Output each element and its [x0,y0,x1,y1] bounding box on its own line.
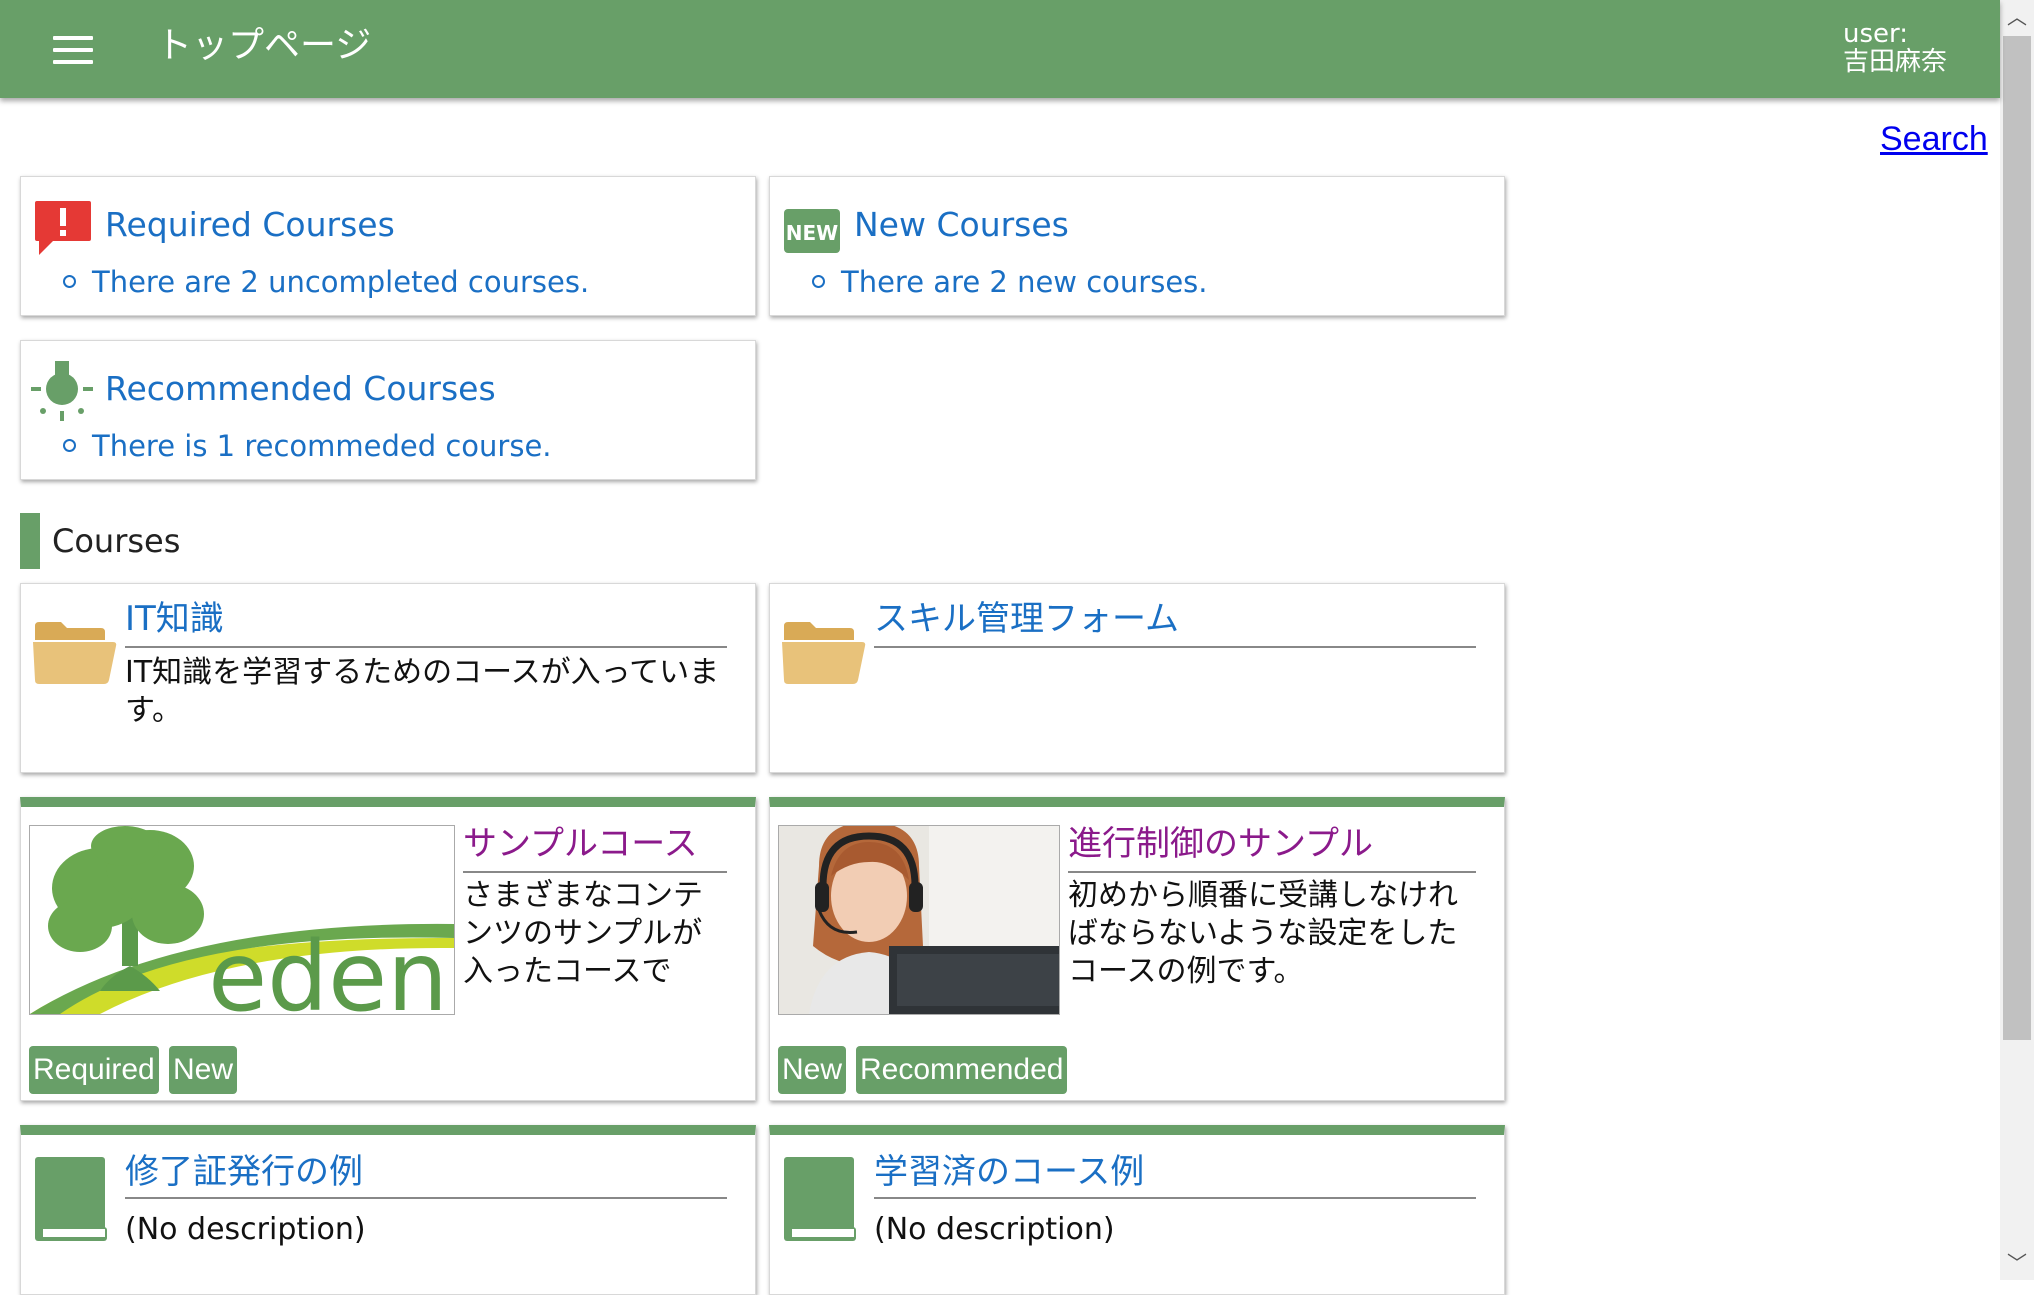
tag-new: New [778,1046,847,1094]
user-info: user: 吉田麻奈 [1843,20,1947,76]
book-icon [35,1157,107,1241]
course-description: 初めから順番に受講しなければならないような設定をしたコースの例です。 [1068,878,1458,989]
title-divider [874,1197,1476,1199]
section-accent-bar [20,513,40,569]
svg-text:eden: eden [208,921,448,1014]
course-title[interactable]: IT知識 [125,596,224,642]
course-title[interactable]: 進行制御のサンプル [1068,821,1373,867]
new-courses-item[interactable]: There are 2 new courses. [812,265,1208,299]
course-thumbnail-eden[interactable]: eden [29,825,455,1015]
course-title[interactable]: 学習済のコース例 [874,1149,1144,1195]
course-description: (No description) [874,1212,1115,1247]
app-header: トップページ user: 吉田麻奈 [0,0,2000,98]
operator-photo-image [779,826,1059,1014]
recommended-courses-item[interactable]: There is 1 recommeded course. [63,429,552,463]
svg-text:NEW: NEW [786,221,838,245]
bullet-icon [812,274,825,288]
folder-icon [33,622,117,684]
new-icon: NEW [784,209,840,253]
lightbulb-icon [31,361,93,421]
alert-icon [35,201,91,255]
course-title[interactable]: 修了証発行の例 [125,1149,363,1195]
user-label: user: [1843,19,1909,49]
user-name: 吉田麻奈 [1843,47,1948,77]
scrollbar[interactable]: ︿ ﹀ [2000,0,2034,1280]
course-card-it[interactable]: IT知識 IT知識を学習するためのコースが入っています。 [20,583,756,773]
title-divider [1068,871,1476,873]
recommended-courses-title[interactable]: Recommended Courses [105,369,496,408]
title-divider [874,646,1476,648]
bullet-icon [63,274,76,288]
title-divider [125,646,727,648]
course-card-certificate[interactable]: 修了証発行の例 (No description) [20,1125,756,1295]
required-courses-item[interactable]: There are 2 uncompleted courses. [63,265,589,299]
scroll-thumb[interactable] [2003,36,2031,1040]
course-description: (No description) [125,1212,366,1247]
course-thumbnail-photo[interactable] [778,825,1060,1015]
tag-required: Required [29,1046,159,1094]
course-title[interactable]: サンプルコース [463,821,698,867]
tag-new: New [169,1046,238,1094]
courses-section-title: Courses [52,522,181,560]
menu-icon[interactable] [53,36,93,66]
required-courses-card[interactable]: Required Courses There are 2 uncompleted… [20,176,756,316]
course-description: IT知識を学習するためのコースが入っています。 [125,655,720,728]
course-card-skill-form[interactable]: スキル管理フォーム [769,583,1505,773]
eden-logo-image: eden [30,826,454,1014]
page-title: トップページ [156,25,372,66]
tag-recommended: Recommended [856,1046,1068,1094]
course-title[interactable]: スキル管理フォーム [874,596,1179,642]
folder-icon [782,622,866,684]
course-description: さまざまなコンテンツのサンプルが入ったコースで [463,878,703,987]
scroll-down-arrow-icon[interactable]: ﹀ [2000,1246,2034,1280]
book-icon [784,1157,856,1241]
recommended-courses-card[interactable]: Recommended Courses There is 1 recommede… [20,340,756,480]
search-link[interactable]: Search [1880,120,1988,159]
new-courses-title[interactable]: New Courses [854,205,1069,244]
new-courses-card[interactable]: NEW New Courses There are 2 new courses. [769,176,1505,316]
scroll-up-arrow-icon[interactable]: ︿ [2000,0,2034,34]
title-divider [463,871,727,873]
title-divider [125,1197,727,1199]
bullet-icon [63,438,76,452]
course-card-completed-example[interactable]: 学習済のコース例 (No description) [769,1125,1505,1295]
required-courses-title[interactable]: Required Courses [105,205,395,244]
